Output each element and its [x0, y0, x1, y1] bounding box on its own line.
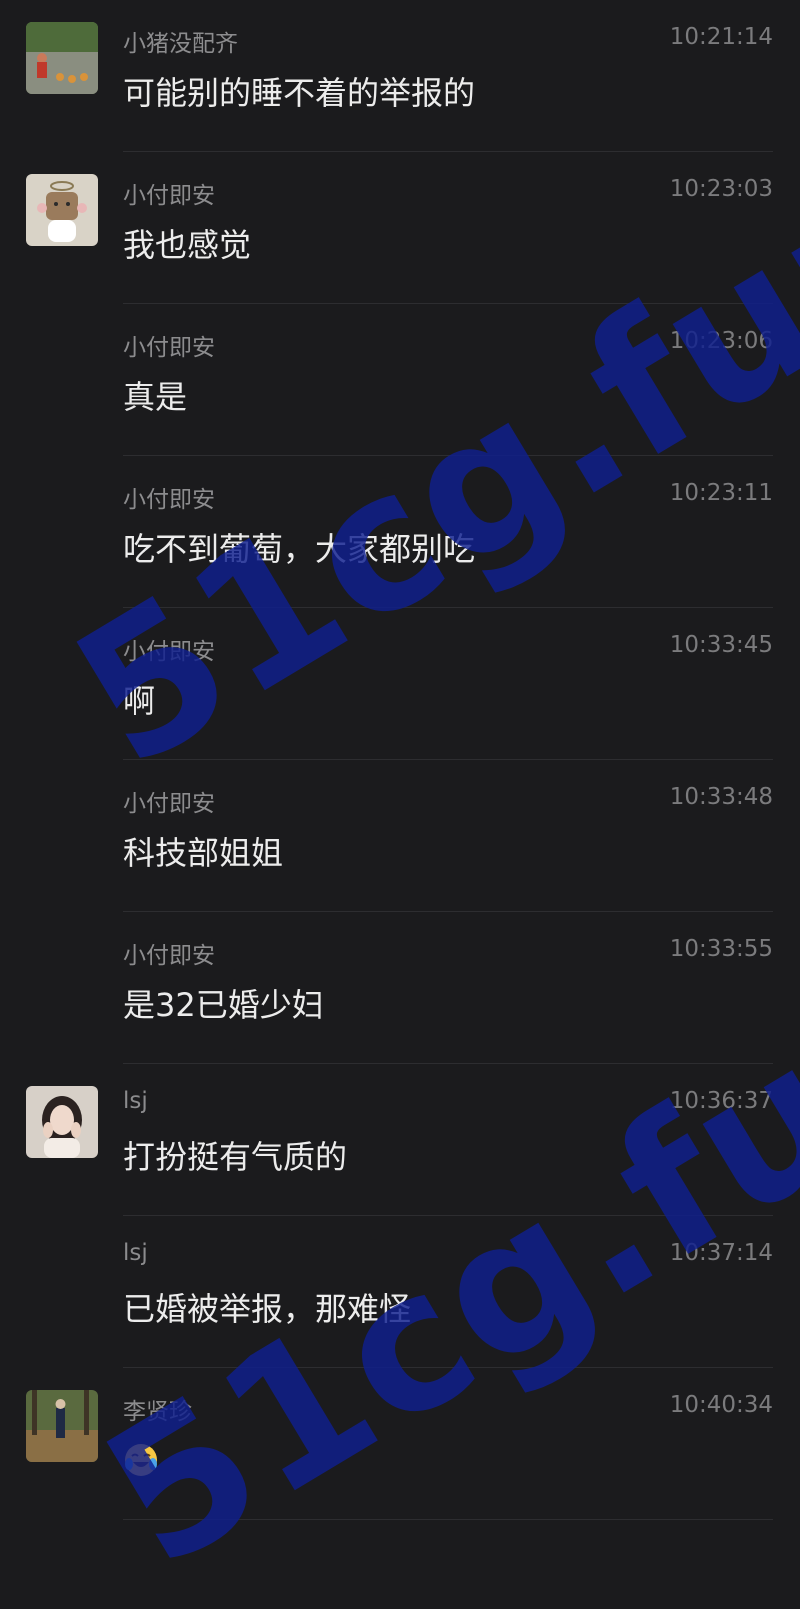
avatar-photo-forest-path [26, 1390, 98, 1462]
chat-message[interactable]: 小猪没配齐 10:21:14 可能别的睡不着的举报的 [0, 0, 800, 152]
avatar-photo-woman [26, 1086, 98, 1158]
avatar[interactable] [26, 174, 98, 246]
timestamp: 10:23:03 [669, 176, 773, 202]
timestamp: 10:36:37 [669, 1088, 773, 1114]
sender-name: 小付即安 [123, 943, 215, 969]
message-text: 打扮挺有气质的 [123, 1138, 348, 1176]
timestamp: 10:33:48 [669, 784, 773, 810]
sender-name: 小猪没配齐 [123, 31, 238, 57]
avatar-cartoon-bear [26, 174, 98, 246]
chat-message[interactable]: 小付即安 10:23:11 吃不到葡萄，大家都别吃 [0, 456, 800, 608]
timestamp: 10:21:14 [669, 24, 773, 50]
chat-message-list: 小猪没配齐 10:21:14 可能别的睡不着的举报的 小付即安 10:23:03… [0, 0, 800, 1525]
message-text: 啊 [123, 682, 156, 720]
sender-name: 小付即安 [123, 791, 215, 817]
message-text: 是32已婚少妇 [123, 986, 324, 1024]
chat-message[interactable]: 小付即安 10:23:03 我也感觉 [0, 152, 800, 304]
message-text: 我也感觉 [123, 226, 252, 264]
timestamp: 10:23:11 [669, 480, 773, 506]
message-text: 真是 [123, 378, 188, 416]
sender-name: 李贤珍 [123, 1399, 192, 1425]
sender-name: 小付即安 [123, 183, 215, 209]
sender-name: lsj [123, 1088, 148, 1114]
timestamp: 10:23:06 [669, 328, 773, 354]
message-text: 可能别的睡不着的举报的 [123, 74, 476, 112]
crying-laughing-emoji-icon [125, 1444, 157, 1476]
message-text: 吃不到葡萄，大家都别吃 [123, 530, 476, 568]
timestamp: 10:33:45 [669, 632, 773, 658]
avatar[interactable] [26, 1086, 98, 1158]
avatar[interactable] [26, 22, 98, 94]
chat-message[interactable]: lsj 10:37:14 已婚被举报，那难怪 [0, 1216, 800, 1368]
timestamp: 10:33:55 [669, 936, 773, 962]
sender-name: 小付即安 [123, 487, 215, 513]
avatar-photo-kid-ducks [26, 22, 98, 94]
chat-message[interactable]: lsj 10:36:37 打扮挺有气质的 [0, 1064, 800, 1216]
chat-message[interactable]: 小付即安 10:33:48 科技部姐姐 [0, 760, 800, 912]
sender-name: lsj [123, 1240, 148, 1266]
sender-name: 小付即安 [123, 335, 215, 361]
timestamp: 10:40:34 [669, 1392, 773, 1418]
timestamp: 10:37:14 [669, 1240, 773, 1266]
chat-message[interactable]: 李贤珍 10:40:34 [0, 1368, 800, 1520]
chat-message[interactable]: 小付即安 10:33:55 是32已婚少妇 [0, 912, 800, 1064]
sender-name: 小付即安 [123, 639, 215, 665]
message-text: 科技部姐姐 [123, 834, 284, 872]
chat-message[interactable]: 小付即安 10:33:45 啊 [0, 608, 800, 760]
divider [123, 1519, 773, 1520]
message-text: 已婚被举报，那难怪 [123, 1290, 412, 1328]
chat-message[interactable]: 小付即安 10:23:06 真是 [0, 304, 800, 456]
avatar[interactable] [26, 1390, 98, 1462]
